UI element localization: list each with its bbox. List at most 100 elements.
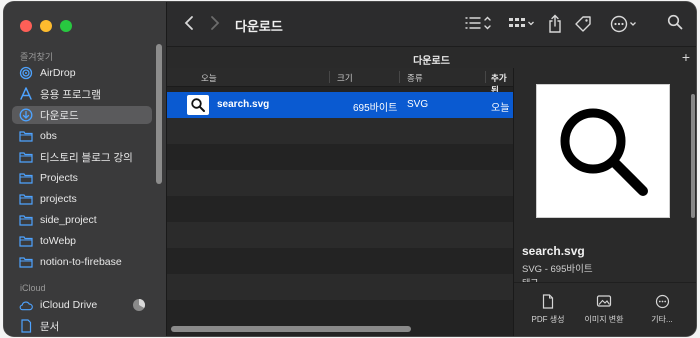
action-label: PDF 생성 <box>531 315 565 324</box>
sidebar-item-projects-lower[interactable]: projects <box>12 190 152 208</box>
folder-icon <box>19 150 33 164</box>
grid-icon <box>509 18 534 27</box>
file-size: 695바이트 <box>353 103 398 114</box>
folder-icon <box>19 234 33 248</box>
more-actions-button[interactable]: 기타... <box>632 293 692 325</box>
sidebar-item-label: projects <box>40 193 77 205</box>
empty-row <box>167 118 513 144</box>
scrollbar-thumb[interactable] <box>171 326 411 332</box>
column-separator[interactable] <box>485 71 486 83</box>
applications-icon <box>19 87 33 101</box>
sidebar-item-documents[interactable]: 문서 <box>12 317 152 335</box>
preview-scrollbar[interactable] <box>691 94 695 218</box>
tag-icon <box>575 16 591 32</box>
minimize-button[interactable] <box>40 20 52 32</box>
file-added: 오늘 : <box>491 103 513 114</box>
document-icon <box>19 319 33 333</box>
sidebar-item-label: 티스토리 블로그 강의 <box>40 151 133 164</box>
window-controls <box>20 20 72 32</box>
folder-icon <box>19 192 33 206</box>
share-icon <box>549 14 561 33</box>
group-button[interactable] <box>507 14 535 32</box>
sidebar-item-projects-upper[interactable]: Projects <box>12 169 152 187</box>
path-bar: 다운로드 + <box>167 46 696 70</box>
action-label: 기타... <box>651 315 673 324</box>
column-header-size[interactable]: 크기 <box>337 72 353 84</box>
column-header: 오늘 크기 종류 추가된 <box>167 68 513 95</box>
view-list-button[interactable] <box>463 14 493 32</box>
close-button[interactable] <box>20 20 32 32</box>
sidebar-item-side-project[interactable]: side_project <box>12 211 152 229</box>
sidebar-item-airdrop[interactable]: AirDrop <box>12 64 152 82</box>
chevron-left-icon <box>184 16 193 30</box>
sidebar-item-label: side_project <box>40 214 97 226</box>
empty-row <box>167 196 513 222</box>
sidebar-item-label: 다운로드 <box>40 109 79 122</box>
download-icon <box>19 108 33 122</box>
back-button[interactable] <box>183 14 195 32</box>
preview-thumbnail <box>536 84 670 218</box>
ellipsis-circle-icon <box>610 15 636 33</box>
file-name: search.svg <box>217 99 270 110</box>
column-header-today[interactable]: 오늘 <box>201 72 217 84</box>
preview-pane: search.svg SVG - 695바이트 태그 PDF 생성 이미지 변환 <box>513 68 696 336</box>
sidebar-item-label: toWebp <box>40 235 76 247</box>
share-button[interactable] <box>547 14 563 34</box>
tag-button[interactable] <box>573 14 593 34</box>
window-title: 다운로드 <box>235 19 283 34</box>
file-list: 오늘 크기 종류 추가된 search.svg 695바이트 SVG 오늘 : <box>167 68 513 336</box>
convert-image-button[interactable]: 이미지 변환 <box>574 293 634 325</box>
zoom-button[interactable] <box>60 20 72 32</box>
pdf-icon <box>518 293 578 309</box>
sidebar-item-label: 문서 <box>40 320 60 333</box>
table-row[interactable]: search.svg 695바이트 SVG 오늘 : <box>167 92 513 118</box>
sidebar-item-label: 응용 프로그램 <box>40 88 101 101</box>
sidebar: 즐겨찾기 AirDrop 응용 프로그램 다운로드 obs 티스토리 블로그 강… <box>4 2 167 336</box>
sidebar-item-icloud-drive[interactable]: iCloud Drive <box>12 296 152 314</box>
sidebar-item-downloads[interactable]: 다운로드 <box>12 106 152 124</box>
create-pdf-button[interactable]: PDF 생성 <box>518 293 578 325</box>
folder-icon <box>19 171 33 185</box>
finder-window: 즐겨찾기 AirDrop 응용 프로그램 다운로드 obs 티스토리 블로그 강… <box>4 2 696 336</box>
preview-file-name: search.svg <box>522 244 585 258</box>
sidebar-section-favorites: 즐겨찾기 <box>20 52 54 62</box>
search-icon <box>667 14 683 30</box>
column-header-kind[interactable]: 종류 <box>407 72 423 84</box>
empty-row <box>167 274 513 300</box>
action-button[interactable] <box>609 14 639 34</box>
sidebar-item-notion-to-firebase[interactable]: notion-to-firebase <box>12 253 152 271</box>
airdrop-icon <box>19 66 33 80</box>
sidebar-item-towebp[interactable]: toWebp <box>12 232 152 250</box>
folder-icon <box>19 129 33 143</box>
empty-row <box>167 222 513 248</box>
sidebar-scrollbar[interactable] <box>156 44 162 184</box>
folder-icon <box>19 255 33 269</box>
sidebar-item-label: notion-to-firebase <box>40 256 122 268</box>
sidebar-section-icloud: iCloud <box>20 283 46 293</box>
empty-row <box>167 170 513 196</box>
search-button[interactable] <box>667 14 683 30</box>
sidebar-item-label: iCloud Drive <box>40 299 98 311</box>
folder-icon <box>19 213 33 227</box>
quick-actions: PDF 생성 이미지 변환 기타... <box>514 282 696 336</box>
empty-row <box>167 248 513 274</box>
cloud-icon <box>19 298 33 312</box>
sidebar-item-applications[interactable]: 응용 프로그램 <box>12 85 152 103</box>
empty-row <box>167 300 513 326</box>
column-separator[interactable] <box>329 71 330 83</box>
horizontal-scrollbar[interactable] <box>167 325 513 333</box>
sidebar-item-tistory[interactable]: 티스토리 블로그 강의 <box>12 148 152 166</box>
image-convert-icon <box>574 293 634 309</box>
more-icon <box>632 293 692 309</box>
preview-file-meta: SVG - 695바이트 <box>522 264 593 275</box>
chevron-right-icon <box>211 16 220 30</box>
path-title: 다운로드 <box>413 56 450 67</box>
sidebar-item-obs[interactable]: obs <box>12 127 152 145</box>
list-view-icon <box>465 16 491 30</box>
empty-row <box>167 144 513 170</box>
forward-button[interactable] <box>209 14 221 32</box>
add-tab-button[interactable]: + <box>682 49 690 65</box>
search-icon <box>560 108 648 196</box>
column-separator[interactable] <box>399 71 400 83</box>
toolbar: 다운로드 <box>167 2 696 46</box>
